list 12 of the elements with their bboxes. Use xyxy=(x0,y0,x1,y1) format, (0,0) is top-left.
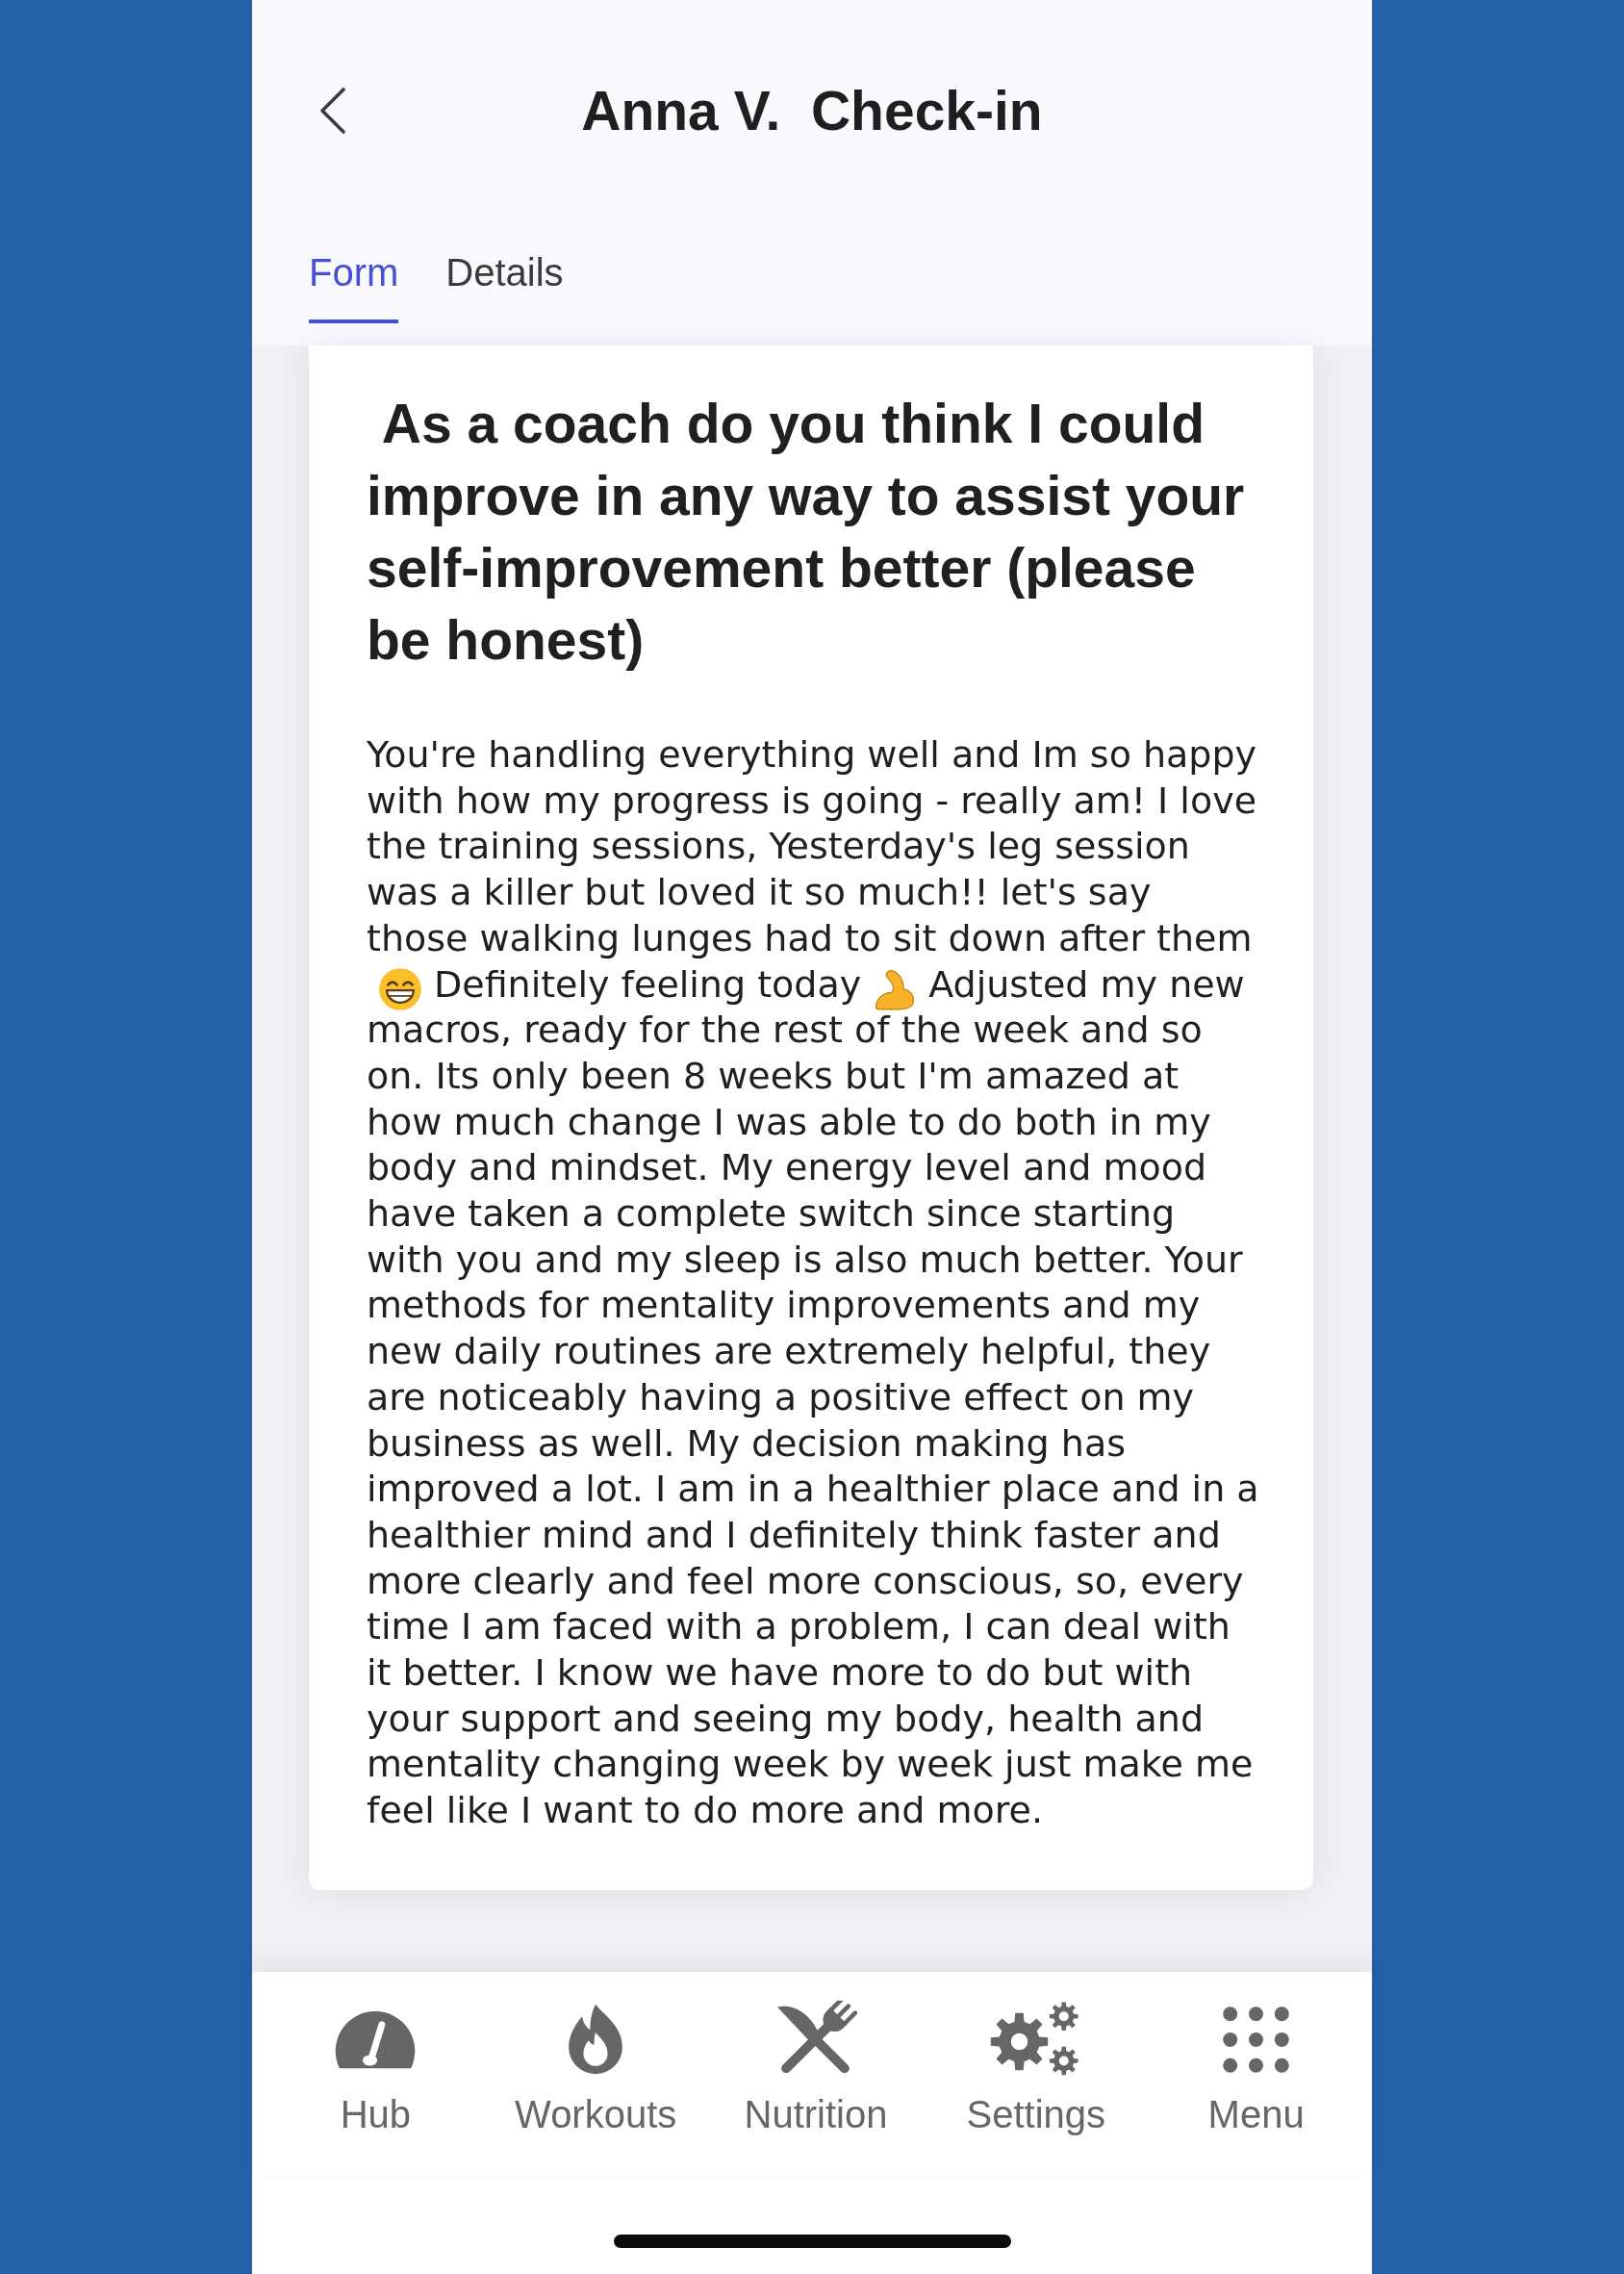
page-title: Anna V. Check-in xyxy=(581,79,1043,142)
nav-tab[interactable]: Hub xyxy=(266,2001,486,2137)
grinning-face-emoji-icon xyxy=(378,966,422,1011)
answer-text: You're handling everything well and Im so happy with how my progress is going - really am! I love the training sessions, Yesterday's leg session was a killer but loved it so much!! let's say those walking lunges had to sit down after them Definitely feeling today Adjusted my new macros, ready for the rest of the week and so on. Its only been 8 weeks but I'm amazed at how much change I was able to do both in my body and mindset. My energy level and mood have taken a complete switch since starting with you and my sleep is also much better. Your methods for mentality improvements and my new daily routines are extremely helpful, they are noticeably having a positive effect on my business as well. My decision making has improved a lot. I am in a healthier place and in a healthier mind and I definitely think faster and more clearly and feel more conscious, so, every time I am faced with a problem, I can deal with it better. I know we have more to do but with your support and seeing my body, health and mentality changing week by week just make me feel like I want to do more and more. xyxy=(367,732,1260,1834)
nav-tab[interactable]: Settings xyxy=(926,2001,1147,2137)
tab[interactable]: Form xyxy=(309,248,399,323)
tab[interactable]: Details xyxy=(445,248,564,323)
question-title: As a coach do you think I could improve in any way to assist your self-improvement better (please be honest) xyxy=(367,392,1246,673)
chevron-left-icon xyxy=(319,87,346,135)
nav-tab[interactable]: Nutrition xyxy=(705,2001,926,2137)
nav-tab[interactable]: Menu xyxy=(1146,2001,1366,2137)
nav-tab[interactable]: Workouts xyxy=(485,2001,706,2137)
